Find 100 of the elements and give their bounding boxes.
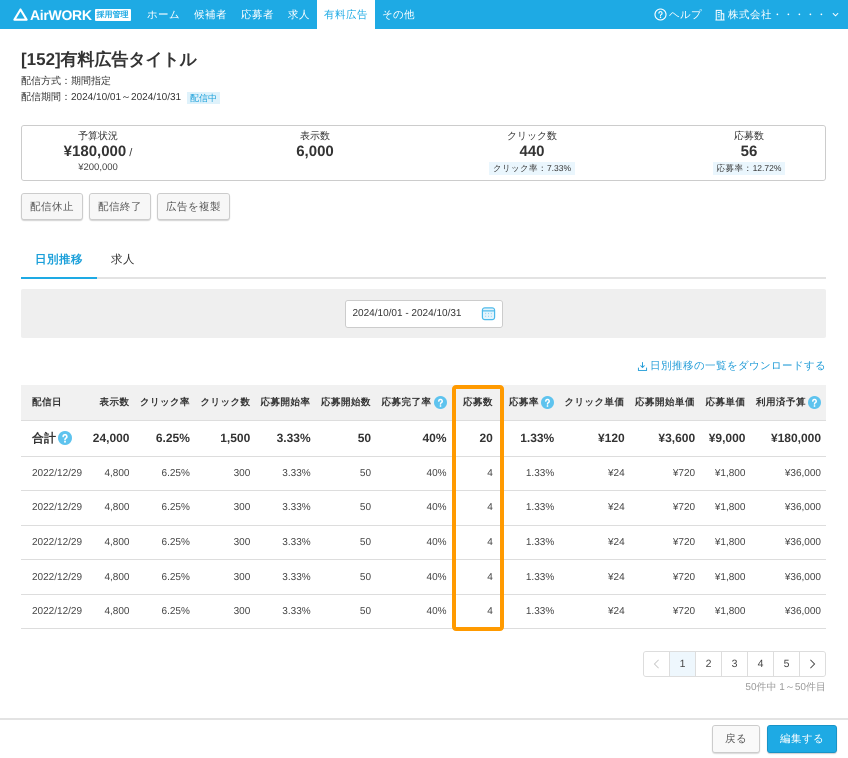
table-cell: 2022/12/29	[21, 560, 88, 594]
column-header: 応募数	[462, 396, 493, 409]
table-cell: 1.33%	[504, 525, 560, 560]
stat-value: 6,000	[296, 143, 334, 161]
table-cell: 300	[194, 525, 256, 560]
page-button[interactable]: 5	[773, 651, 800, 678]
table-cell: ¥36,000	[750, 594, 826, 629]
table-cell: 6.25%	[134, 525, 195, 560]
table-cell: ¥24	[559, 525, 630, 560]
stat-label: 表示数	[300, 131, 330, 143]
page-button[interactable]: 3	[721, 651, 748, 678]
stat-value: ¥180,000	[64, 143, 126, 161]
page-button[interactable]: 1	[669, 651, 696, 678]
table-cell: ¥1,800	[700, 525, 750, 560]
chevron-left-icon	[653, 658, 660, 670]
table-cell: 1,500	[194, 420, 256, 456]
table-cell: 6.25%	[134, 456, 195, 491]
table-cell: 3.33%	[255, 525, 316, 560]
product-badge: 採用管理	[94, 8, 131, 20]
table-cell: 4	[452, 594, 504, 629]
column-header: 配信日	[32, 396, 62, 409]
table-cell: 50	[316, 594, 376, 629]
table-cell: 50	[316, 560, 376, 594]
table-cell: ¥3,600	[630, 420, 700, 456]
stat-separator: /	[129, 147, 132, 159]
table-cell: 4,800	[87, 560, 134, 594]
table-cell: ¥720	[630, 594, 700, 629]
table-cell: 4,800	[87, 525, 134, 560]
stat-label: 予算状況	[78, 131, 118, 143]
help-icon[interactable]	[541, 396, 554, 409]
stat-label: クリック数	[507, 131, 557, 143]
download-icon	[637, 360, 648, 372]
action-button[interactable]: 広告を複製	[157, 193, 230, 220]
table-cell: ¥1,800	[700, 456, 750, 491]
table-cell: 6.25%	[134, 420, 195, 456]
table-cell: ¥720	[630, 560, 700, 594]
table-cell: 3.33%	[255, 560, 316, 594]
table-cell: ¥36,000	[750, 490, 826, 526]
table-cell: 3.33%	[255, 456, 316, 491]
table-cell: 300	[194, 560, 256, 594]
table-cell: 40%	[376, 525, 452, 560]
help-icon[interactable]	[434, 396, 447, 409]
stat-budget-total: ¥200,000	[78, 161, 118, 175]
stat-value: 56	[740, 143, 758, 161]
action-button[interactable]: 配信終了	[89, 193, 151, 220]
table-cell: 1.33%	[504, 560, 560, 594]
table-cell: ¥36,000	[750, 456, 826, 491]
table-cell: ¥24	[559, 456, 630, 491]
back-button[interactable]: 戻る	[712, 725, 760, 753]
meta-text: 配信方式：期間指定	[21, 74, 111, 89]
table-cell: 4,800	[87, 490, 134, 526]
table-cell: 40%	[376, 560, 452, 594]
help-icon[interactable]	[58, 431, 72, 445]
column-header: 応募完了率	[382, 396, 432, 409]
help-icon[interactable]	[808, 396, 821, 409]
table-cell: ¥720	[630, 490, 700, 526]
table-cell: 2022/12/29	[21, 525, 88, 560]
building-icon	[715, 8, 725, 20]
result-count-text: 50件中 1～50件目	[745, 681, 826, 696]
table-cell: ¥36,000	[750, 525, 826, 560]
column-header: 応募開始単価	[635, 396, 696, 409]
column-header: 応募開始率	[260, 396, 311, 409]
page-button[interactable]: 2	[695, 651, 722, 678]
table-cell: ¥720	[630, 525, 700, 560]
action-button[interactable]: 配信休止	[21, 193, 83, 220]
table-cell: ¥1,800	[700, 490, 750, 526]
table-cell: 3.33%	[255, 490, 316, 526]
table-cell: ¥120	[559, 420, 630, 456]
page-title: [152]有料広告タイトル	[21, 49, 197, 71]
table-cell: 1.33%	[504, 490, 560, 526]
next-page-button[interactable]	[799, 651, 826, 678]
help-icon	[654, 8, 667, 21]
column-header: 応募開始数	[321, 396, 372, 409]
table-cell: 50	[316, 490, 376, 526]
table-cell: 1.33%	[504, 456, 560, 491]
column-header: クリック単価	[564, 396, 625, 409]
stat-value: 440	[519, 143, 545, 161]
table-cell: 1.33%	[504, 594, 560, 629]
table-cell: 300	[194, 594, 256, 629]
calendar-icon[interactable]	[480, 306, 496, 321]
table-cell: ¥24	[559, 560, 630, 594]
table-cell: 4	[452, 490, 504, 526]
table-cell: 3.33%	[255, 420, 316, 456]
stat-label: 応募数	[734, 131, 764, 143]
table-cell: 2022/12/29	[21, 456, 88, 491]
page-button[interactable]: 4	[747, 651, 774, 678]
caret-icon	[832, 12, 839, 17]
date-range-field[interactable]: 2024/10/01 - 2024/10/31	[344, 300, 502, 328]
table-cell: 300	[194, 490, 256, 526]
table-cell: 6.25%	[134, 560, 195, 594]
chevron-right-icon	[809, 658, 816, 670]
status-badge: 配信中	[187, 92, 220, 104]
table-cell: 40%	[376, 490, 452, 526]
stat-rate-pill: クリック率：7.33%	[488, 162, 576, 175]
table-cell: 6.25%	[134, 594, 195, 629]
stat-rate-pill: 応募率：12.72%	[712, 162, 786, 175]
table-cell: 3.33%	[255, 594, 316, 629]
table-cell: 300	[194, 456, 256, 491]
meta-text: 配信期間：2024/10/01～2024/10/31	[21, 90, 182, 105]
tab[interactable]: 求人	[97, 242, 149, 279]
